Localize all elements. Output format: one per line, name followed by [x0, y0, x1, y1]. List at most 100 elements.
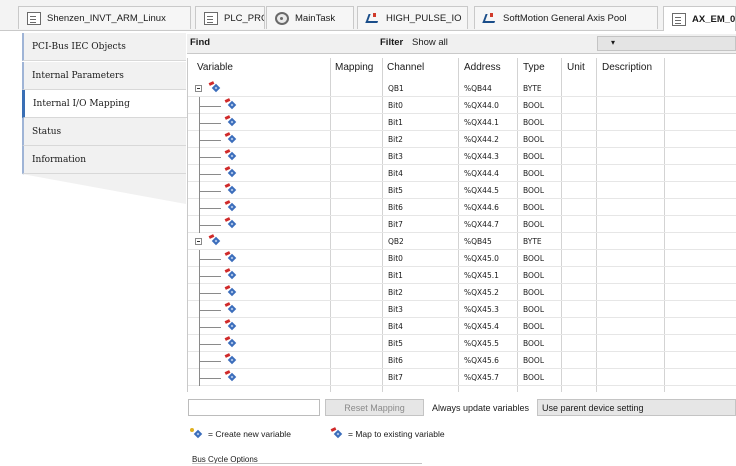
map-variable-icon[interactable] [224, 251, 237, 264]
tree-line [199, 276, 221, 277]
map-variable-icon[interactable] [224, 166, 237, 179]
map-variable-icon[interactable] [224, 132, 237, 145]
tab-high-pulse-io[interactable]: HIGH_PULSE_IO [357, 6, 468, 29]
channel-cell: Bit4 [388, 322, 403, 331]
map-variable-icon[interactable] [224, 149, 237, 162]
type-cell: BOOL [523, 271, 544, 280]
update-setting-select[interactable]: Use parent device setting [537, 399, 736, 416]
address-cell: %QX44.0 [464, 101, 499, 110]
type-cell: BOOL [523, 203, 544, 212]
map-variable-icon[interactable] [224, 285, 237, 298]
map-variable-icon[interactable] [224, 370, 237, 383]
table-row[interactable]: Bit0 %QX44.0 BOOL [188, 97, 736, 114]
table-row[interactable]: Bit4 %QX45.4 BOOL [188, 318, 736, 335]
column-header-variable[interactable]: Variable [197, 62, 233, 73]
find-label: Find [190, 37, 211, 48]
type-cell: BOOL [523, 356, 544, 365]
filter-dropdown[interactable]: ▾ [597, 36, 736, 51]
table-row[interactable]: Bit7 %QX44.7 BOOL [188, 216, 736, 233]
address-cell: %QX45.2 [464, 288, 499, 297]
table-row[interactable]: Bit1 %QX45.1 BOOL [188, 267, 736, 284]
legend-label: = Create new variable [208, 429, 291, 439]
collapse-toggle-icon[interactable] [195, 238, 202, 245]
map-variable-icon[interactable] [224, 319, 237, 332]
column-header-mapping[interactable]: Mapping [335, 62, 373, 73]
table-row[interactable]: Bit3 %QX45.3 BOOL [188, 301, 736, 318]
channel-cell: Bit3 [388, 305, 403, 314]
column-header-channel[interactable]: Channel [387, 62, 424, 73]
tab-label: SoftMotion General Axis Pool [503, 12, 627, 24]
table-row[interactable]: Bit5 %QX45.5 BOOL [188, 335, 736, 352]
address-cell: %QX45.0 [464, 254, 499, 263]
tab-maintask[interactable]: MainTask [266, 6, 354, 29]
sidebar-item-status[interactable]: Status [22, 118, 186, 146]
map-variable-icon[interactable] [224, 217, 237, 230]
column-header-unit[interactable]: Unit [567, 62, 585, 73]
sidebar-item-pci-bus-iec-objects[interactable]: PCI-Bus IEC Objects [22, 33, 186, 61]
tree-line [199, 327, 221, 328]
tab-plc-prg[interactable]: PLC_PRG [195, 6, 265, 29]
map-variable-icon[interactable] [224, 302, 237, 315]
address-cell: %QX44.6 [464, 203, 499, 212]
table-row[interactable]: Bit2 %QX45.2 BOOL [188, 284, 736, 301]
sidebar-item-label: Information [32, 154, 87, 165]
tab-label: HIGH_PULSE_IO [386, 12, 462, 24]
table-row[interactable]: QB1 %QB44 BYTE [188, 80, 736, 97]
map-variable-icon[interactable] [224, 183, 237, 196]
table-row[interactable]: Bit5 %QX44.5 BOOL [188, 182, 736, 199]
map-variable-icon[interactable] [224, 336, 237, 349]
channel-cell: Bit6 [388, 356, 403, 365]
tree-line [199, 174, 221, 175]
map-variable-icon[interactable] [208, 81, 221, 94]
address-cell: %QX44.1 [464, 118, 499, 127]
tree-line [199, 378, 221, 379]
filter-label: Filter [380, 37, 404, 48]
table-row[interactable]: Bit6 %QX44.6 BOOL [188, 199, 736, 216]
address-cell: %QX44.2 [464, 135, 499, 144]
column-header-description[interactable]: Description [602, 62, 652, 73]
map-variable-icon[interactable] [208, 234, 221, 247]
sidebar-item-internal-parameters[interactable]: Internal Parameters [22, 62, 186, 90]
address-cell: %QX44.3 [464, 152, 499, 161]
sidebar-item-label: Status [32, 126, 62, 137]
table-row[interactable]: Bit0 %QX45.0 BOOL [188, 250, 736, 267]
table-row[interactable]: Bit1 %QX44.1 BOOL [188, 114, 736, 131]
sidebar-item-internal-io-mapping[interactable]: Internal I/O Mapping [22, 90, 188, 118]
map-variable-icon[interactable] [224, 98, 237, 111]
legend-create-new: = Create new variable [190, 428, 291, 440]
variable-input[interactable] [188, 399, 320, 416]
channel-cell: QB1 [388, 84, 404, 93]
table-row[interactable]: QB2 %QB45 BYTE [188, 233, 736, 250]
collapse-toggle-icon[interactable] [195, 85, 202, 92]
column-header-address[interactable]: Address [464, 62, 501, 73]
type-cell: BOOL [523, 118, 544, 127]
table-row[interactable]: Bit7 %QX45.7 BOOL [188, 369, 736, 386]
table-row[interactable]: Bit6 %QX45.6 BOOL [188, 352, 736, 369]
channel-cell: Bit7 [388, 373, 403, 382]
tab-device[interactable]: Shenzen_INVT_ARM_Linux [18, 6, 191, 29]
tab-softmotion-axis-pool[interactable]: SoftMotion General Axis Pool [474, 6, 658, 29]
reset-mapping-button[interactable]: Reset Mapping [325, 399, 424, 416]
sidebar-item-information[interactable]: Information [22, 146, 186, 174]
map-variable-icon[interactable] [224, 115, 237, 128]
map-variable-icon[interactable] [224, 268, 237, 281]
tab-label: Shenzen_INVT_ARM_Linux [47, 12, 166, 24]
address-cell: %QX45.3 [464, 305, 499, 314]
table-row[interactable]: Bit4 %QX44.4 BOOL [188, 165, 736, 182]
address-cell: %QX45.4 [464, 322, 499, 331]
type-cell: BOOL [523, 322, 544, 331]
legend-label: = Map to existing variable [348, 429, 445, 439]
filter-select[interactable]: Show all [412, 37, 448, 48]
map-variable-icon[interactable] [224, 200, 237, 213]
pulse-icon [483, 12, 497, 24]
channel-cell: QB2 [388, 237, 404, 246]
tab-ax-em-0016[interactable]: AX_EM_0016 [663, 6, 736, 31]
column-header-type[interactable]: Type [523, 62, 545, 73]
table-row[interactable]: Bit3 %QX44.3 BOOL [188, 148, 736, 165]
sidebar-item-label: PCI-Bus IEC Objects [32, 41, 126, 52]
tree-line [199, 208, 221, 209]
map-variable-icon[interactable] [224, 353, 237, 366]
type-cell: BYTE [523, 84, 542, 93]
tree-line [199, 293, 221, 294]
table-row[interactable]: Bit2 %QX44.2 BOOL [188, 131, 736, 148]
